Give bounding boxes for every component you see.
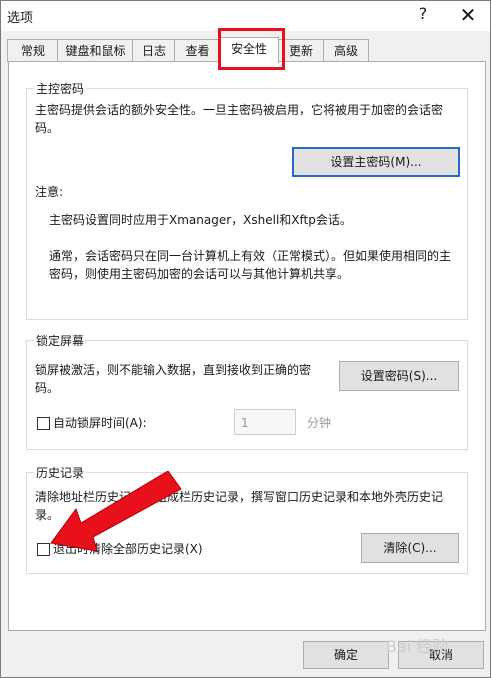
- tab-log[interactable]: 日志: [132, 39, 176, 62]
- tab-advanced[interactable]: 高级: [323, 39, 369, 62]
- title-bar: 选项 ? ✕: [1, 1, 490, 31]
- set-master-password-label: 设置主密码(M)...: [330, 155, 422, 169]
- tab-general[interactable]: 常规: [7, 39, 59, 62]
- auto-lock-checkbox[interactable]: [37, 417, 50, 430]
- watermark-logo: Bai 经验: [386, 637, 449, 656]
- note-title: 注意:: [35, 185, 64, 199]
- master-password-legend: 主控密码: [34, 80, 87, 97]
- window-title: 选项: [7, 11, 34, 26]
- security-tab-highlight-box: [218, 28, 285, 70]
- auto-lock-label: 自动锁屏时间(A):: [53, 416, 147, 430]
- set-password-button[interactable]: 设置密码(S)...: [339, 361, 459, 391]
- close-icon[interactable]: ✕: [453, 2, 483, 28]
- auto-lock-minutes-input[interactable]: 1: [234, 409, 296, 435]
- ok-button[interactable]: 确定: [303, 641, 389, 669]
- master-password-description: 主密码提供会话的额外安全性。一旦主密码被启用，它将被用于加密的会话密码。: [35, 103, 444, 135]
- red-arrow-annotation: [50, 471, 182, 552]
- options-dialog: 选项 ? ✕ 常规 键盘和鼠标 日志 查看 安全性 更新 高级 主控密码 主密码…: [0, 0, 491, 678]
- tab-keyboard-mouse[interactable]: 键盘和鼠标: [57, 39, 134, 62]
- master-password-group: 主控密码 主密码提供会话的额外安全性。一旦主密码被启用，它将被用于加密的会话密码…: [26, 80, 468, 320]
- auto-lock-unit: 分钟: [307, 416, 332, 430]
- tab-view[interactable]: 查看: [174, 39, 221, 62]
- note-text-1: 主密码设置同时应用于Xmanager，Xshell和Xftp会话。: [49, 213, 352, 227]
- help-icon[interactable]: ?: [413, 4, 433, 23]
- clear-history-button[interactable]: 清除(C)...: [361, 533, 459, 563]
- lock-screen-description: 锁屏被激活，则不能输入数据，直到接收到正确的密码。: [35, 363, 312, 395]
- lock-screen-legend: 锁定屏幕: [34, 332, 87, 349]
- note-text-2: 通常，会话密码只在同一台计算机上有效（正常模式）。但如果使用相同的主密码，则使用…: [49, 249, 452, 281]
- lock-screen-group: 锁定屏幕 锁屏被激活，则不能输入数据，直到接收到正确的密码。 设置密码(S)..…: [26, 332, 468, 450]
- set-master-password-button[interactable]: 设置主密码(M)...: [292, 147, 460, 177]
